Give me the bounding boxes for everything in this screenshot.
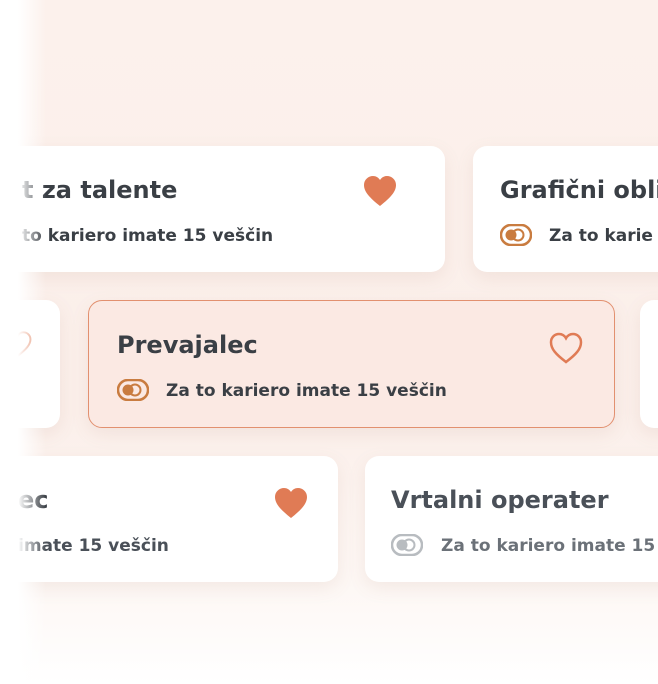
skills-count-text: imate 15 veščin	[18, 536, 169, 556]
career-card-drill-operator[interactable]: Vrtalni operater Za to kariero imate 15	[365, 456, 658, 582]
skills-count-text: Za to karie	[549, 226, 653, 246]
career-card-graphic[interactable]: Grafični obli Za to karie	[473, 146, 658, 272]
skills-toggle-icon	[117, 379, 149, 401]
career-card-partial-right[interactable]	[640, 300, 658, 428]
career-card-talent[interactable]: t za talente to kariero imate 15 veščin	[18, 146, 445, 272]
skills-toggle-icon	[500, 224, 532, 246]
career-cards-stage: t za talente to kariero imate 15 veščin …	[18, 0, 658, 684]
career-title: t za talente	[22, 176, 178, 204]
heart-filled-icon[interactable]	[273, 486, 309, 520]
heart-filled-icon[interactable]	[362, 174, 398, 208]
skills-toggle-icon	[391, 534, 423, 556]
career-title: Prevajalec	[117, 331, 258, 359]
career-card-translator[interactable]: Prevajalec Za to kariero imate 15 veščin	[88, 300, 615, 428]
heart-outline-icon[interactable]	[548, 331, 584, 365]
career-title: ec	[18, 486, 49, 514]
skills-count-text: to kariero imate 15 veščin	[22, 226, 274, 246]
career-card-partial-bottom-left[interactable]: ec imate 15 veščin	[18, 456, 338, 582]
skills-count-text: Za to kariero imate 15	[441, 536, 656, 556]
career-card-partial-left[interactable]	[18, 300, 60, 428]
career-title: Grafični obli	[500, 176, 658, 204]
skills-count-text: Za to kariero imate 15 veščin	[166, 381, 447, 401]
heart-outline-icon[interactable]	[18, 330, 32, 358]
career-title: Vrtalni operater	[391, 486, 609, 514]
